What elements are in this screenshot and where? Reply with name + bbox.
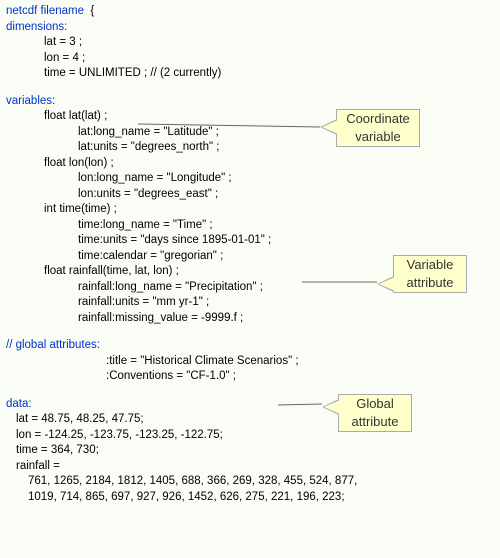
callout-coordinate-variable: Coordinate variable [336, 109, 420, 147]
blank-line-2 [6, 326, 500, 338]
var-lat-units: lat:units = "degrees_north" ; [78, 140, 500, 156]
open-brace: { [90, 5, 94, 17]
dimensions-keyword: dimensions: [6, 21, 67, 33]
callout-tail-icon [379, 277, 395, 291]
var-lon-long-name: lon:long_name = "Longitude" ; [78, 171, 500, 187]
var-rainfall-units: rainfall:units = "mm yr-1" ; [78, 295, 500, 311]
data-lat: lat = 48.75, 48.25, 47.75; [16, 412, 500, 428]
var-time-long-name: time:long_name = "Time" ; [78, 218, 500, 234]
callout-global-attribute-label: Global attribute [352, 395, 399, 430]
var-rainfall-missing: rainfall:missing_value = -9999.f ; [78, 311, 500, 327]
var-time-units: time:units = "days since 1895-01-01" ; [78, 233, 500, 249]
data-rainfall-head: rainfall = [16, 459, 500, 475]
data-keyword: data: [6, 398, 32, 410]
data-time: time = 364, 730; [16, 443, 500, 459]
callout-coordinate-variable-label: Coordinate variable [346, 110, 410, 145]
callout-variable-attribute: Variable attribute [393, 255, 467, 293]
callout-tail-icon [322, 120, 338, 134]
callout-tail-icon [324, 400, 340, 414]
blank-line-3 [6, 385, 500, 397]
var-time-decl: int time(time) ; [44, 202, 500, 218]
var-lon-decl: float lon(lon) ; [44, 156, 500, 172]
global-conventions: :Conventions = "CF-1.0" ; [106, 369, 500, 385]
data-lon: lon = -124.25, -123.75, -123.25, -122.75… [16, 428, 500, 444]
data-rainfall-line2: 1019, 714, 865, 697, 927, 926, 1452, 626… [28, 490, 500, 506]
cdl-dump-page: netcdf filename { dimensions: lat = 3 ; … [0, 0, 500, 558]
variables-keyword: variables: [6, 95, 55, 107]
global-title: :title = "Historical Climate Scenarios" … [106, 354, 500, 370]
data-rainfall-line1: 761, 1265, 2184, 1812, 1405, 688, 366, 2… [28, 474, 500, 490]
dim-lat: lat = 3 ; [44, 35, 500, 51]
callout-global-attribute: Global attribute [338, 394, 412, 432]
filename-text: filename [41, 5, 84, 17]
dim-time: time = UNLIMITED ; // (2 currently) [44, 66, 500, 82]
dim-lon: lon = 4 ; [44, 51, 500, 67]
var-lon-units: lon:units = "degrees_east" ; [78, 187, 500, 203]
netcdf-header: netcdf filename { [6, 4, 500, 20]
var-lat-decl: float lat(lat) ; [44, 109, 500, 125]
blank-line [6, 82, 500, 94]
global-attributes-keyword: // global attributes: [6, 339, 100, 351]
netcdf-keyword: netcdf [6, 5, 37, 17]
var-lat-long-name: lat:long_name = "Latitude" ; [78, 125, 500, 141]
callout-variable-attribute-label: Variable attribute [407, 256, 454, 291]
